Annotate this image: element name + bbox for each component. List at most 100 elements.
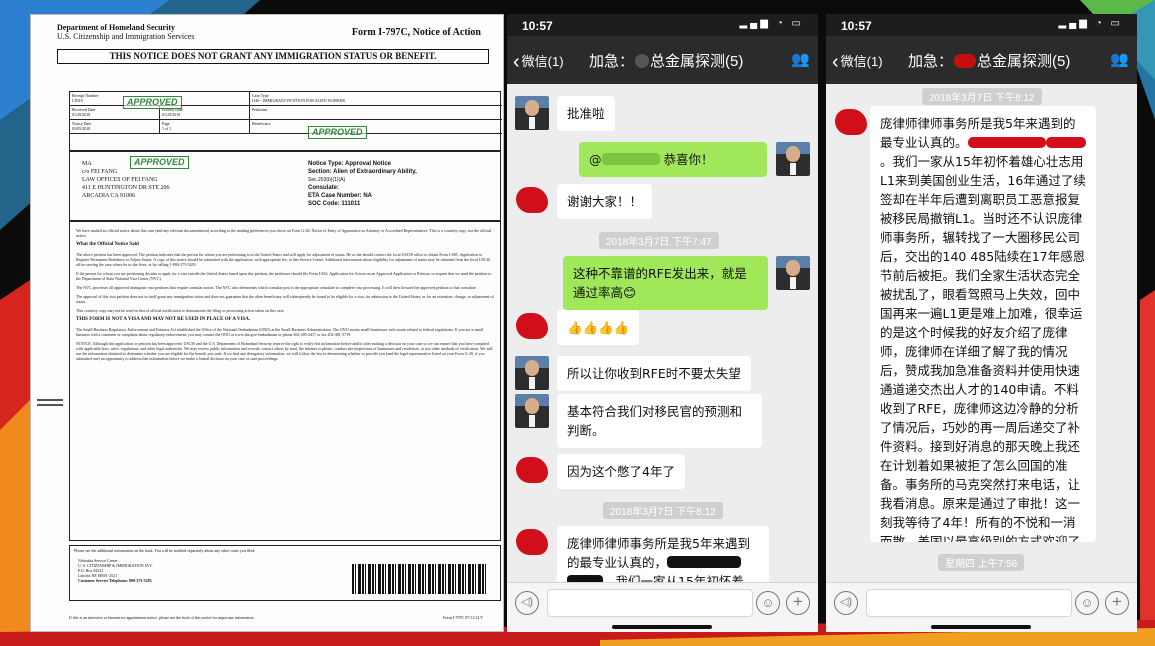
section-heading: What the Official Notice Said [76, 242, 139, 247]
approved-stamp: APPROVED [130, 156, 189, 169]
barcode [352, 564, 486, 594]
chat-bubble: 批准啦 [557, 96, 615, 131]
avatar[interactable] [515, 526, 549, 560]
notice-date-cell: Notice Date 03/05/2018 [70, 120, 160, 134]
plus-icon[interactable]: + [1105, 591, 1129, 615]
chat-messages: 批准啦 @ 恭喜你！ 谢谢大家！！ 2018年3月7日 下午7:47 这种不靠谱… [507, 84, 818, 582]
equals-mark [37, 399, 63, 406]
group-members-icon[interactable]: 👥 [1110, 50, 1129, 68]
title-suffix: 总金属探测(5) [977, 53, 1071, 70]
chevron-left-icon: ‹ [513, 51, 520, 73]
mailing-address-block: MA c/o FEI FANG LAW OFFICES OF FEI FANG … [69, 151, 501, 221]
message-input[interactable] [866, 589, 1072, 617]
priority-date: 01/29/2018 [162, 112, 181, 117]
chat-bubble: 庞律师律师事务所是我5年来遇到的最专业认真的。。我们一家从15年初怀着雄心壮志用… [870, 106, 1096, 542]
body-paragraph: We have mailed an official notice about … [76, 228, 492, 238]
approved-stamp: APPROVED [123, 96, 182, 109]
service-center-block: Please see the additional information on… [69, 545, 501, 601]
chat-input-bar: ◁) ☺ + [826, 582, 1137, 622]
section-code: Sec.203(b)(1)(A) [308, 177, 346, 183]
case-info-grid: Receipt Number LIN18 Case Type I140 - IM… [69, 91, 502, 151]
redaction-mark [967, 137, 1046, 148]
voice-icon[interactable]: ◁) [834, 591, 858, 615]
avatar[interactable] [515, 96, 549, 130]
chat-input-bar: ◁) ☺ + [507, 582, 818, 622]
case-type-cell: Case Type I140 - IMMIGRANT PETITION FOR … [250, 92, 502, 106]
chat-bubble: 基本符合我们对移民官的预测和判断。 [557, 394, 762, 448]
avatar[interactable] [515, 454, 549, 488]
home-indicator[interactable] [507, 622, 818, 632]
address-line: c/o FEI FANG [82, 169, 118, 175]
home-indicator[interactable] [826, 622, 1137, 632]
chat-bubble: 这种不靠谱的RFE发出来，就是通过率高😊 [563, 256, 768, 310]
not-a-visa-heading: THIS FORM IS NOT A VISA AND MAY NOT BE U… [76, 317, 251, 322]
additional-info-line: Please see the additional information on… [74, 548, 256, 553]
consulate: Consulate: [308, 185, 340, 191]
chat-title: 加急： 总金属探测(5) [589, 50, 743, 71]
plus-icon[interactable]: + [786, 591, 810, 615]
footer-note: If this is an interview or biometrics ap… [69, 615, 255, 620]
chat-nav-bar: ‹ 微信(1) 加急： 总金属探测(5) 👥 [507, 36, 818, 84]
body-paragraph: The above petition has been approved. Th… [76, 252, 491, 267]
chat-bubble: 所以让你收到RFE时不要太失望 [557, 356, 751, 391]
agency-header: Department of Homeland Security U.S. Cit… [57, 23, 194, 41]
voice-icon[interactable]: ◁) [515, 591, 539, 615]
back-button[interactable]: ‹ 微信(1) [513, 49, 564, 73]
page-value: 1 of 1 [162, 126, 172, 131]
back-label: 微信(1) [840, 54, 883, 69]
address-line: LAW OFFICES OF FEI FANG [82, 177, 158, 183]
redaction-mark [635, 54, 650, 68]
beneficiary-cell: Beneficiary [250, 120, 502, 134]
title-suffix: 总金属探测(5) [650, 53, 744, 70]
chat-bubble: 👍👍👍👍 [557, 310, 640, 345]
timestamp: 2018年3月7日 下午8:12 [603, 502, 723, 519]
chat-nav-bar: ‹ 微信(1) 加急： 总金属探测(5) 👥 [826, 36, 1137, 84]
avatar[interactable] [515, 310, 549, 344]
notice-date-value: 03/05/2018 [72, 126, 91, 131]
notice-body: We have mailed an official notice about … [69, 221, 501, 541]
avatar[interactable] [776, 256, 810, 290]
avatar[interactable] [515, 184, 549, 218]
i797c-notice-document: Department of Homeland Security U.S. Cit… [30, 14, 504, 632]
wechat-screenshot-2: 10:57 ▂▄▆ ◔ ▭ ‹ 微信(1) 加急： 总金属探测(5) 👥 2018年… [826, 14, 1137, 632]
body-paragraph: NOTICE: Although this application or pet… [76, 341, 493, 361]
body-paragraph: The NVC processes all approved immigrant… [76, 285, 477, 290]
message-text: 。我们一家从15年初怀着雄心壮志用L1来到美国创业生活，16年通过了续签却在半年… [880, 154, 1086, 542]
message-text: 。我们一家从15年初怀着 [603, 574, 744, 582]
title-prefix: 加急： [589, 53, 635, 70]
avatar[interactable] [834, 106, 868, 140]
redaction-mark [667, 556, 742, 568]
chat-bubble: @ 恭喜你！ [579, 142, 767, 177]
redaction-mark [1045, 137, 1086, 148]
avatar[interactable] [776, 142, 810, 176]
redaction-mark [601, 153, 660, 165]
redaction-mark [567, 575, 603, 582]
status-bar: 10:57 ▂▄▆ ◔ ▭ [826, 14, 1137, 36]
avatar[interactable] [515, 356, 549, 390]
received-date: 01/29/2018 [72, 112, 91, 117]
body-paragraph: The Small Business Regulatory Enforcemen… [76, 327, 483, 337]
section: Section: Alien of Extraordinary Ability, [308, 169, 417, 175]
page-cell: Page 1 of 1 [160, 120, 250, 134]
emoji-icon[interactable]: ☺ [756, 591, 780, 615]
body-paragraph: The approval of this visa petition does … [76, 294, 494, 304]
mention-prefix: @ [589, 152, 602, 167]
status-time: 10:57 [841, 19, 872, 33]
emoji-icon[interactable]: ☺ [1075, 591, 1099, 615]
case-type-value: I140 - IMMIGRANT PETITION FOR ALIEN WORK… [252, 98, 345, 103]
wechat-screenshot-1: 10:57 ▂▄▆ ◔ ▭ ‹ 微信(1) 加急： 总金属探测(5) 👥 批准啦 @… [507, 14, 818, 632]
chat-bubble: 谢谢大家！！ [557, 184, 653, 219]
signal-wifi-battery-icon: ▂▄▆ ◔ ▭ [1058, 18, 1123, 29]
signal-wifi-battery-icon: ▂▄▆ ◔ ▭ [739, 18, 804, 29]
chat-title: 加急： 总金属探测(5) [908, 50, 1070, 71]
form-edition: Form I-797C 07/11/14 Y [443, 615, 483, 620]
avatar[interactable] [515, 394, 549, 428]
notice-disclaimer-bar: THIS NOTICE DOES NOT GRANT ANY IMMIGRATI… [57, 49, 489, 64]
address-line: ARCADIA CA 91006 [82, 193, 136, 199]
back-button[interactable]: ‹ 微信(1) [832, 49, 883, 73]
group-members-icon[interactable]: 👥 [791, 50, 810, 68]
body-paragraph: This courtesy copy may not be used in li… [76, 308, 285, 313]
chat-bubble: 因为这个憋了4年了 [557, 454, 685, 489]
soc-code: SOC Code: 111011 [308, 201, 361, 207]
message-input[interactable] [547, 589, 753, 617]
